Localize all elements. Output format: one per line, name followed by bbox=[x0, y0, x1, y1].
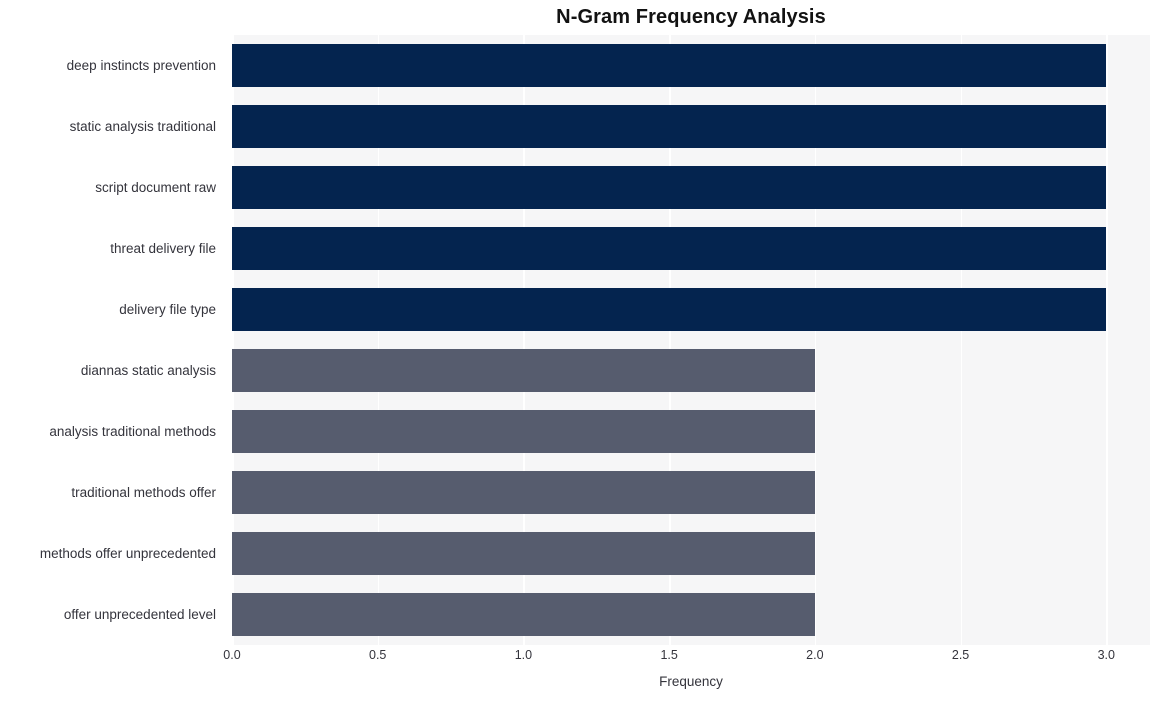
x-axis-tick-label: 0.5 bbox=[369, 648, 387, 662]
bar bbox=[232, 349, 815, 392]
y-axis-tick-label: threat delivery file bbox=[110, 241, 216, 256]
y-axis-tick-label: static analysis traditional bbox=[69, 119, 216, 134]
x-axis-title: Frequency bbox=[659, 674, 723, 689]
bar bbox=[232, 166, 1107, 209]
y-axis-tick-label: offer unprecedented level bbox=[63, 607, 216, 622]
y-axis-label-group: deep instincts prevention static analysis… bbox=[0, 35, 224, 645]
chart-title: N-Gram Frequency Analysis bbox=[556, 6, 826, 28]
bar bbox=[232, 532, 815, 575]
bar bbox=[232, 44, 1107, 87]
x-axis-tick-label: 3.0 bbox=[1097, 648, 1115, 662]
gridline bbox=[1106, 35, 1108, 645]
y-axis-tick-label: methods offer unprecedented bbox=[39, 546, 216, 561]
x-axis-tick-group: 0.0 0.5 1.0 1.5 2.0 2.5 3.0 bbox=[223, 648, 1150, 670]
x-axis-tick-label: 1.0 bbox=[514, 648, 533, 662]
bar bbox=[232, 105, 1107, 148]
x-axis-tick-label: 2.0 bbox=[806, 648, 824, 662]
y-axis-tick-label: traditional methods offer bbox=[71, 485, 216, 500]
y-axis-tick-label: analysis traditional methods bbox=[49, 424, 216, 439]
plot-area bbox=[232, 35, 1150, 645]
bar bbox=[232, 227, 1107, 270]
y-axis-tick-label: diannas static analysis bbox=[80, 363, 216, 378]
bar bbox=[232, 593, 815, 636]
ngram-frequency-chart: N-Gram Frequency Analysis deep instincts… bbox=[0, 0, 1172, 701]
x-axis-tick-label: 0.0 bbox=[223, 648, 241, 662]
x-axis-tick-label: 2.5 bbox=[951, 648, 970, 662]
y-axis-tick-label: delivery file type bbox=[119, 302, 216, 317]
y-axis-tick-label: script document raw bbox=[95, 180, 216, 195]
bar bbox=[232, 288, 1107, 331]
bar bbox=[232, 471, 815, 514]
x-axis-tick-label: 1.5 bbox=[660, 648, 678, 662]
bar bbox=[232, 410, 815, 453]
y-axis-tick-label: deep instincts prevention bbox=[66, 58, 216, 73]
